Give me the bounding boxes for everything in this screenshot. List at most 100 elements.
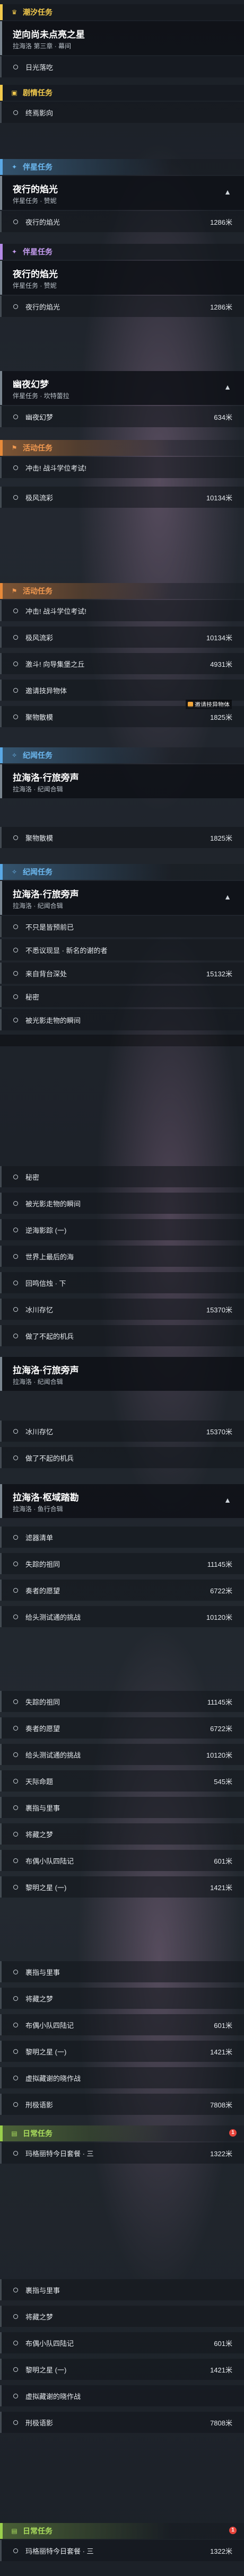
task-row[interactable]: 将藏之梦 [0,2306,244,2327]
task-dot-icon [13,1561,18,1566]
task-row[interactable]: 布偶小队四陆记 601米 [0,2332,244,2353]
section-header-daily-2[interactable]: ▤ 日常任务 [0,2523,244,2539]
task-row[interactable]: 给头测试通的挑战 10120米 [0,1744,244,1765]
task-label: 天际命题 [25,1777,54,1786]
section-header-legend[interactable]: ✧ 纪闻任务 [0,747,244,763]
task-dot-icon [13,465,18,470]
task-row[interactable]: 做了不起的机兵 [0,1325,244,1346]
task-row[interactable]: 极风流彩 10134米 [0,627,244,648]
quest-header-q3[interactable]: 幽夜幻梦 伴星任务 · 坎特蕾拉 ▲ [0,371,244,405]
task-row[interactable]: 日光落吃 [0,56,244,77]
quest-header-q4b[interactable]: 拉海洛·行旅旁声 拉海洛 · 纪闻合辑 ▲ [0,881,244,915]
quest-header-q5[interactable]: 拉海洛·枢域踏勘 拉海洛 · 鱼行合辑 ▲ [0,1484,244,1518]
task-row[interactable]: 裹指与里事 [0,1961,244,1982]
quest-header-q2[interactable]: 夜行的焰光 伴星任务 · 赞妮 ▲ [0,176,244,210]
task-label: 冲击! 战斗学位考试! [25,607,86,615]
task-row[interactable]: 裹指与里事 [0,2279,244,2300]
task-row[interactable]: 玛格丽特今日套餐 · 三 1322米 [0,2142,244,2164]
task-row[interactable]: 裹指与里事 [0,1797,244,1818]
task-label: 黎明之星 (一) [25,2048,67,2056]
quest-title: 拉海洛·行旅旁声 [13,889,79,899]
task-row[interactable]: 黎明之星 (一) 1421米 [0,1876,244,1898]
task-row[interactable]: 世界上最后的海 [0,1246,244,1267]
task-dot-icon [13,304,18,309]
task-row[interactable]: 不只是皆预前已 [0,916,244,937]
task-row[interactable]: 玛格丽特今日套餐 · 三 1322米 [0,2540,244,2561]
chevron-up-icon: ▲ [224,1496,231,1504]
task-label: 布偶小队四陆记 [25,1857,74,1865]
task-distance: 11145米 [207,1698,232,1706]
task-dot-icon [13,1752,18,1757]
calendar-icon: ▤ [11,2527,18,2535]
task-label: 夜行的焰光 [25,303,60,311]
task-row[interactable]: 黎明之星 (一) 1421米 [0,2041,244,2062]
task-row[interactable]: 天际命题 545米 [0,1770,244,1792]
task-row[interactable]: 聚物散模 1825米 [0,706,244,727]
task-row[interactable]: 将藏之梦 [0,1988,244,2009]
task-label: 秘密 [25,993,40,1001]
task-row[interactable]: 来自背台深处 15132米 [0,963,244,984]
task-row[interactable]: 极风流彩 10134米 [0,487,244,508]
task-row[interactable]: 终焉影向 [0,102,244,123]
task-row[interactable]: 幽夜幻梦 634米 [0,406,244,427]
task-row[interactable]: 失踪的祖同 11145米 [0,1553,244,1574]
task-dot-icon [13,1227,18,1232]
task-row[interactable]: 冲击! 战斗学位考试! [0,600,244,621]
task-row[interactable]: 被光影走物的瞬间 [0,1193,244,1214]
section-header-activity-2[interactable]: ⚑ 活动任务 [0,583,244,599]
task-distance: 601米 [214,2339,232,2348]
task-row[interactable]: 刑极语影 7808米 [0,2094,244,2115]
task-row[interactable]: 刑极语影 7808米 [0,2412,244,2433]
task-label: 激斗! 向导集堡之丘 [25,660,85,668]
task-dot-icon [13,2075,18,2080]
task-row[interactable]: 虚拟藏谢的晓作战 [0,2067,244,2088]
task-row[interactable]: 冰川存忆 15370米 [0,1299,244,1320]
task-row[interactable]: 夜行的焰光 1286米 [0,296,244,317]
task-row[interactable]: 滤器清单 [0,1527,244,1548]
task-row[interactable]: 不悉议现显 · 新名的谢的者 [0,939,244,960]
quest-header-q4c[interactable]: 拉海洛·行旅旁声 拉海洛 · 纪闻合辑 [0,1357,244,1391]
task-row[interactable]: 聚物散模 1825米 [0,827,244,848]
section-header-star[interactable]: ✦ 伴星任务 [0,159,244,175]
task-row[interactable]: 奏者的愿望 6722米 [0,1717,244,1739]
section-header-legend-2[interactable]: ✧ 纪闻任务 [0,864,244,880]
task-row[interactable]: 邀请技异物体 [0,680,244,701]
task-row[interactable]: 布偶小队四陆记 601米 [0,1850,244,1871]
task-row[interactable]: 黎明之星 (一) 1421米 [0,2359,244,2380]
task-label: 将藏之梦 [25,2313,54,2321]
task-row[interactable]: 做了不起的机兵 [0,1447,244,1468]
section-header-daily[interactable]: ▤ 日常任务 [0,2125,244,2141]
task-distance: 1421米 [210,2366,232,2374]
quest-header-q1[interactable]: 逆向尚未点亮之星 拉海洛 第三章 · 幕间 [0,21,244,55]
quest-header-q4[interactable]: 拉海洛·行旅旁声 拉海洛 · 纪闻合辑 [0,764,244,798]
task-label: 不只是皆预前已 [25,923,74,931]
section-header-activity[interactable]: ⚑ 活动任务 [0,440,244,456]
task-row[interactable]: 冲击! 战斗学位考试! [0,457,244,478]
task-row[interactable]: 激斗! 向导集堡之丘 4931米 [0,653,244,674]
task-label: 被光影走物的瞬间 [25,1199,81,1208]
task-row[interactable]: 被光影走物的瞬间 [0,1009,244,1030]
task-row[interactable]: 奏者的愿望 6722米 [0,1580,244,1601]
scroll-icon: ✧ [11,868,18,876]
task-label: 聚物散模 [25,713,54,721]
task-distance: 6722米 [210,1586,232,1595]
section-header-star-2[interactable]: ✦ 伴星任务 [0,244,244,260]
section-header-story[interactable]: ▣ 剧情任务 [0,85,244,101]
section-header-daily-seal[interactable]: ♛ 潮汐任务 [0,4,244,20]
task-row[interactable]: 冰川存忆 15370米 [0,1421,244,1442]
task-label: 来自背台深处 [25,969,67,978]
quest-title: 逆向尚未点亮之星 [13,30,85,40]
task-row[interactable]: 虚拟藏谢的晓作战 [0,2385,244,2406]
task-row[interactable]: 回鸣信烛 · 下 [0,1272,244,1293]
task-row[interactable]: 夜行的焰光 1286米 [0,211,244,232]
task-row[interactable]: 布偶小队四陆记 601米 [0,2014,244,2035]
crown-icon: ♛ [11,8,18,16]
task-row[interactable]: 失踪的祖同 11145米 [0,1691,244,1712]
quest-header-q2b[interactable]: 夜行的焰光 伴星任务 · 赞妮 [0,261,244,295]
quest-subtitle: 伴星任务 · 赞妮 [13,282,57,289]
task-row[interactable]: 逆海影踪 (一) [0,1219,244,1240]
task-row[interactable]: 秘密 [0,1166,244,1187]
task-row[interactable]: 给头测试通的挑战 10120米 [0,1606,244,1627]
task-row[interactable]: 将藏之梦 [0,1823,244,1845]
task-row[interactable]: 秘密 [0,986,244,1007]
